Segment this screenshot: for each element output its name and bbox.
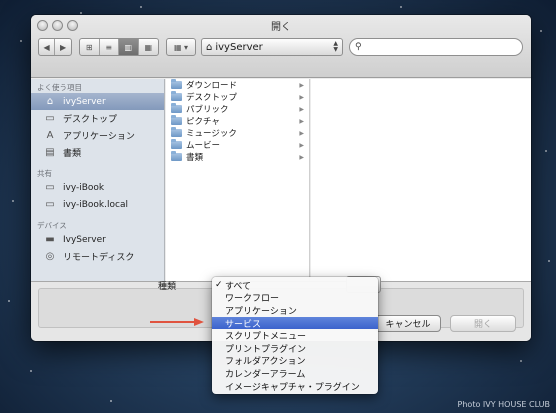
applications-icon: A [46,130,54,141]
path-label: ivyServer [215,41,263,53]
folder-row-documents[interactable]: 書類 ▶ [166,151,310,163]
sidebar-item-documents[interactable]: ▤ 書類 [31,144,164,161]
open-button[interactable]: 開く [450,315,516,332]
folder-icon [171,103,182,113]
disclosure-arrow-icon: ▶ [299,117,304,125]
computer-icon: ▭ [45,182,55,193]
folder-label: 書類 [186,153,204,163]
home-icon: ⌂ [206,41,213,53]
cancel-button[interactable]: キャンセル [375,315,441,332]
title-bar: 開く ◀ ▶ ⊞ ≡ ▥ ▦ ▦ ▾ ⌂ ivyServer ▲ ▼ ⚲ [31,15,531,78]
sidebar-item-label: ivyServer [63,96,106,107]
folder-row-music[interactable]: ミュージック ▶ [166,127,310,139]
column-view-button[interactable]: ▥ [119,39,139,55]
sidebar-item-desktop[interactable]: ▭ デスクトップ [31,110,164,127]
folder-icon [171,115,182,125]
folder-icon [171,139,182,149]
folder-label: ミュージック [186,129,237,139]
sidebar-item-label: デスクトップ [63,115,118,125]
menu-item-application[interactable]: アプリケーション [212,304,378,317]
sidebar-item-label: 書類 [63,149,82,159]
sidebar-header-shared: 共有 [37,169,52,178]
menu-item-service[interactable]: サービス [212,316,378,330]
disclosure-arrow-icon: ▶ [299,153,304,161]
view-mode-buttons: ⊞ ≡ ▥ ▦ [79,38,159,56]
file-browser-column-1: ダウンロード ▶ デスクトップ ▶ パブリック ▶ ピクチャ ▶ ミュージック … [166,79,310,281]
folder-row-pictures[interactable]: ピクチャ ▶ [166,115,310,127]
arrange-button-group: ▦ ▾ [166,38,196,56]
menu-item-script-menu[interactable]: スクリプトメニュー [212,329,378,342]
sidebar-item-label: ivy-iBook [63,182,105,193]
folder-row-movies[interactable]: ムービー ▶ [166,139,310,151]
computer-icon: ▭ [45,199,55,210]
menu-item-image-capture-plugin[interactable]: イメージキャプチャ・プラグイン [212,380,378,393]
folder-icon [171,79,182,89]
menu-item-calendar-alarm[interactable]: カレンダーアラーム [212,367,378,380]
folder-row-downloads[interactable]: ダウンロード ▶ [166,79,310,91]
path-popup[interactable]: ⌂ ivyServer ▲ ▼ [201,38,343,56]
folder-icon [171,127,182,137]
disclosure-arrow-icon: ▶ [299,129,304,137]
disc-icon: ◎ [45,251,55,262]
icon-view-button[interactable]: ⊞ [80,39,100,55]
folder-row-public[interactable]: パブリック ▶ [166,103,310,115]
disclosure-arrow-icon: ▶ [299,93,304,101]
type-label: 種類 [158,282,177,292]
sidebar: よく使う項目 ⌂ ivyServer ▭ デスクトップ A アプリケーション ▤… [31,79,165,281]
popup-arrows-icon: ▲ ▼ [333,40,338,53]
search-icon: ⚲ [355,42,362,52]
menu-item-workflow[interactable]: ワークフロー [212,292,378,304]
sidebar-item-remote-disc[interactable]: ◎ リモートディスク [31,248,164,265]
menu-item-print-plugin[interactable]: プリントプラグイン [212,342,378,355]
folder-label: ムービー [186,141,221,151]
list-view-button[interactable]: ≡ [100,39,119,55]
folder-label: ダウンロード [186,81,238,91]
menu-item-all[interactable]: すべて [212,279,378,292]
folder-icon [171,151,182,161]
sidebar-item-label: ivy-iBook.local [63,199,128,210]
sidebar-item-label: アプリケーション [63,132,135,142]
sidebar-item-ivy-ibook[interactable]: ▭ ivy-iBook [31,179,164,196]
disclosure-arrow-icon: ▶ [299,105,304,113]
forward-button[interactable]: ▶ [55,39,71,55]
sidebar-item-label: リモートディスク [63,253,135,263]
pointer-arrow-annotation [150,318,204,326]
sidebar-header-favorites: よく使う項目 [37,83,82,92]
home-icon: ⌂ [46,96,54,107]
file-browser-column-2 [311,79,531,281]
arrange-button[interactable]: ▦ ▾ [167,39,195,55]
sidebar-item-applications[interactable]: A アプリケーション [31,127,164,144]
drive-icon: ▬ [45,234,55,245]
back-button[interactable]: ◀ [39,39,56,55]
type-dropdown-menu: すべて ワークフロー アプリケーション サービス スクリプトメニュー プリントプ… [212,277,378,394]
documents-icon: ▤ [45,147,55,158]
menu-item-folder-action[interactable]: フォルダアクション [212,355,378,367]
sidebar-header-devices: デバイス [37,221,67,230]
folder-label: ピクチャ [186,117,220,127]
sidebar-item-label: IvyServer [63,234,106,245]
sidebar-item-ivy-ibook-local[interactable]: ▭ ivy-iBook.local [31,196,164,213]
folder-label: パブリック [186,105,229,115]
disclosure-arrow-icon: ▶ [299,81,304,89]
coverflow-view-button[interactable]: ▦ [139,39,158,55]
folder-row-desktop[interactable]: デスクトップ ▶ [166,91,310,103]
search-field[interactable]: ⚲ [349,38,523,56]
photo-credit: Photo IVY HOUSE CLUB [457,400,550,409]
folder-label: デスクトップ [186,93,238,103]
sidebar-item-ivyserver-home[interactable]: ⌂ ivyServer [31,93,164,110]
desktop-icon: ▭ [45,113,55,124]
sidebar-item-ivyserver-drive[interactable]: ▬ IvyServer [31,231,164,248]
nav-buttons: ◀ ▶ [38,38,72,56]
folder-icon [171,91,182,101]
disclosure-arrow-icon: ▶ [299,141,304,149]
window-title: 開く [271,22,291,33]
